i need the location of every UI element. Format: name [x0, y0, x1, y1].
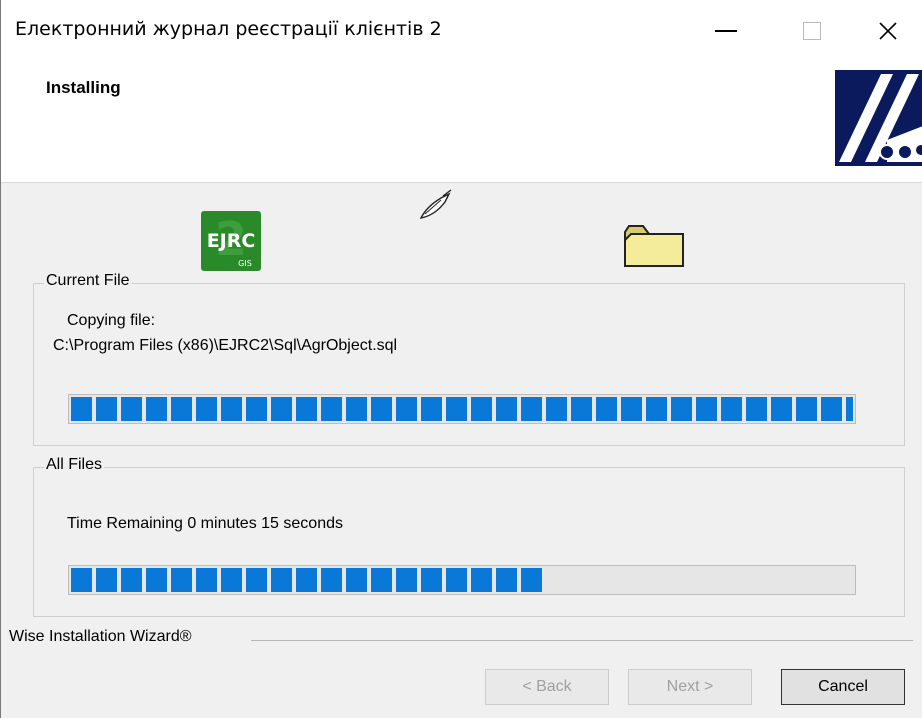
back-button[interactable]: < Back: [485, 669, 609, 705]
pen-icon: [415, 188, 455, 224]
current-file-progress-bar: [68, 394, 856, 424]
minimize-icon: [715, 30, 737, 32]
wizard-brand-label: Wise Installation Wizard®: [9, 628, 196, 646]
wizard-header: Installing: [1, 62, 922, 183]
maximize-icon: [803, 22, 821, 40]
all-files-progress-fill: [71, 568, 542, 592]
current-file-progress-fill: [71, 397, 853, 421]
all-files-group: All Files Time Remaining 0 minutes 15 se…: [33, 456, 905, 617]
current-file-legend: Current File: [44, 272, 132, 290]
installer-window: Електронний журнал реєстрації клієнтів 2…: [0, 0, 922, 718]
copying-file-label: Copying file:: [67, 312, 156, 329]
logo-graphic: [835, 70, 922, 166]
close-icon: [879, 22, 897, 40]
brand-logo: [835, 70, 922, 166]
current-file-group: Current File Copying file: C:\Program Fi…: [33, 272, 905, 446]
close-button[interactable]: [853, 0, 922, 62]
folder-icon: [621, 222, 687, 270]
time-remaining-text: Time Remaining 0 minutes 15 seconds: [67, 515, 343, 532]
current-file-path: C:\Program Files (x86)\EJRC2\Sql\AgrObje…: [53, 337, 398, 354]
window-title: Електронний журнал реєстрації клієнтів 2: [15, 18, 442, 40]
svg-text:EJRC: EJRC: [207, 230, 256, 252]
title-bar[interactable]: Електронний журнал реєстрації клієнтів 2: [1, 0, 922, 62]
footer-divider: [251, 640, 913, 641]
cancel-button[interactable]: Cancel: [781, 669, 905, 705]
maximize-button: [777, 0, 847, 62]
next-button[interactable]: Next >: [628, 669, 752, 705]
ejrc-app-icon: 2 EJRC GIS: [201, 211, 261, 271]
page-title: Installing: [46, 78, 121, 97]
all-files-legend: All Files: [44, 456, 105, 474]
all-files-progress-bar: [68, 565, 856, 595]
svg-text:GIS: GIS: [238, 259, 252, 268]
minimize-button[interactable]: [691, 0, 761, 62]
